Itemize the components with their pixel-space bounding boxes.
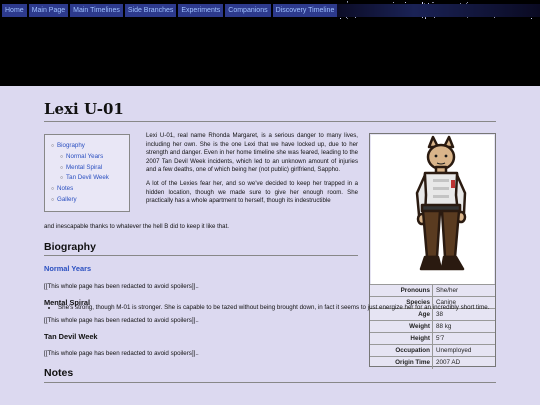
- infobox-value: She/her: [436, 287, 459, 294]
- infobox-row-pronouns: Pronouns She/her: [370, 284, 495, 297]
- star: [340, 17, 342, 19]
- toc-item-normal-years[interactable]: Normal Years: [51, 152, 123, 163]
- star: [393, 1, 395, 3]
- section-divider: [44, 382, 496, 383]
- notes-list: She's strong, though M-01 is stronger. S…: [58, 304, 498, 313]
- section-divider: [44, 255, 358, 256]
- nav-main-timelines[interactable]: Main Timelines: [70, 4, 123, 17]
- site-header: Home Main Page Main Timelines Side Branc…: [0, 0, 540, 86]
- toc-item-mental-spiral[interactable]: Mental Spiral: [51, 163, 123, 174]
- title-divider: [44, 121, 496, 122]
- infobox-row-occupation: Occupation Unemployed: [370, 344, 495, 357]
- star: [431, 2, 433, 4]
- page-title: Lexi U-01: [44, 100, 124, 118]
- star: [433, 17, 435, 19]
- redacted-text: [[This whole page has been redacted to a…: [44, 317, 199, 324]
- nav-discovery-timeline[interactable]: Discovery Timeline: [272, 4, 338, 17]
- nav-main-page[interactable]: Main Page: [28, 4, 69, 17]
- infobox-value: 88 kg: [436, 323, 452, 330]
- infobox-row-height: Height 5'7: [370, 332, 495, 345]
- nav-strip-decoration: [330, 4, 540, 17]
- nav-experiments[interactable]: Experiments: [178, 4, 224, 17]
- nav-companions[interactable]: Companions: [225, 4, 271, 17]
- nav-home[interactable]: Home: [2, 4, 27, 17]
- nav-side-branches[interactable]: Side Branches: [124, 4, 177, 17]
- infobox-key: Origin Time: [395, 359, 430, 366]
- star: [432, 1, 434, 3]
- list-item: She's strong, though M-01 is stronger. S…: [58, 304, 498, 313]
- infobox-row-weight: Weight 88 kg: [370, 320, 495, 333]
- subsection-normal-years[interactable]: Normal Years: [44, 264, 91, 273]
- character-infobox: Pronouns She/her Species Canine Age 38 W…: [369, 133, 496, 369]
- intro-paragraph-1: Lexi U-01, real name Rhonda Margaret, is…: [146, 132, 358, 174]
- star: [425, 18, 427, 20]
- article-content: Lexi U-01 Biography Normal Years Mental …: [0, 86, 540, 405]
- infobox-key: Height: [410, 335, 430, 342]
- toc-item-biography[interactable]: Biography: [51, 141, 123, 152]
- table-of-contents: Biography Normal Years Mental Spiral Tan…: [44, 134, 130, 212]
- star: [493, 17, 495, 19]
- intro-paragraph-2-tail: and inescapable thanks to whatever the h…: [44, 223, 229, 230]
- section-heading-notes: Notes: [44, 367, 74, 379]
- star: [346, 17, 348, 19]
- intro-paragraph-2: A lot of the Lexies fear her, and so we'…: [146, 179, 358, 205]
- star: [355, 17, 357, 19]
- redacted-text: [[This whole page has been redacted to a…: [44, 350, 199, 357]
- infobox-value: 5'7: [436, 335, 445, 342]
- toc-item-gallery[interactable]: Gallery: [51, 195, 123, 206]
- infobox-value: Unemployed: [436, 347, 472, 354]
- intro-text: Lexi U-01, real name Rhonda Margaret, is…: [146, 132, 358, 211]
- star: [531, 17, 533, 19]
- infobox-key: Occupation: [395, 347, 430, 354]
- redacted-text: [[This whole page has been redacted to a…: [44, 283, 199, 290]
- section-heading-biography: Biography: [44, 241, 96, 253]
- infobox-row-origin-time: Origin Time 2007 AD: [370, 356, 495, 369]
- top-navigation: Home Main Page Main Timelines Side Branc…: [2, 4, 338, 17]
- infobox-key: Weight: [409, 323, 430, 330]
- toc-item-notes[interactable]: Notes: [51, 184, 123, 195]
- toc-item-tan-devil-week[interactable]: Tan Devil Week: [51, 173, 123, 184]
- infobox-key: Pronouns: [400, 287, 430, 294]
- star: [422, 16, 424, 18]
- subsection-tan-devil-week: Tan Devil Week: [44, 332, 98, 341]
- infobox-value: 2007 AD: [436, 359, 461, 366]
- character-portrait: [371, 135, 494, 284]
